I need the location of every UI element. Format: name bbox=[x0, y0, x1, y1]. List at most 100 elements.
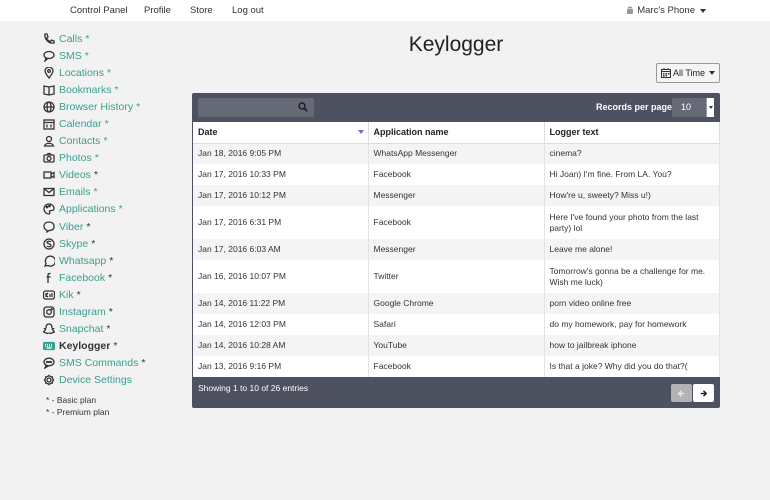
sidebar-item-instagram[interactable]: Instagram * bbox=[42, 304, 182, 321]
plan-marker: * bbox=[108, 271, 113, 284]
table-row[interactable]: Jan 17, 2016 6:31 PM Facebook Here I've fo… bbox=[193, 206, 720, 239]
nav-control-panel[interactable]: Control Panel bbox=[70, 5, 128, 16]
nav-profile[interactable]: Profile bbox=[144, 5, 171, 16]
date-cell: Jan 17, 2016 10:33 PM bbox=[193, 164, 369, 185]
sidebar-item-skype[interactable]: Skype * bbox=[42, 235, 182, 252]
page-title: Keylogger bbox=[408, 33, 504, 56]
keylogger-table: Date Application name Logger text Jan 18… bbox=[193, 122, 720, 377]
table-row[interactable]: Jan 14, 2016 11:22 PM Google Chrome porn v… bbox=[193, 293, 720, 314]
application-cell: WhatsApp Messenger bbox=[368, 143, 545, 164]
logger-text-cell: Here I've found your photo from the last… bbox=[544, 206, 720, 239]
entries-info: Showing 1 to 10 of 26 entries bbox=[198, 383, 309, 393]
logger-text-cell: how to jailbreak iphone bbox=[544, 335, 720, 356]
sidebar-item-snapchat[interactable]: Snapchat * bbox=[42, 321, 182, 338]
plan-legend-item: * - Basic plan bbox=[46, 394, 97, 405]
date-cell: Jan 14, 2016 12:03 PM bbox=[193, 314, 369, 335]
keylogger-table-panel: Records per page: 10 Date Application na… bbox=[192, 93, 720, 408]
next-page-button[interactable] bbox=[693, 384, 714, 402]
sidebar-item-calls[interactable]: Calls * bbox=[42, 30, 182, 47]
search-icon[interactable] bbox=[298, 102, 308, 112]
period-dropdown-button[interactable]: All Time bbox=[656, 63, 720, 83]
logger-text-cell: How're u, sweety? Miss u!) bbox=[544, 185, 720, 206]
sidebar-item-calendar[interactable]: Calendar * bbox=[42, 115, 182, 132]
table-row[interactable]: Jan 17, 2016 10:33 PM Facebook Hi Joan) I'… bbox=[193, 164, 720, 185]
records-per-page-select[interactable]: 10 bbox=[672, 98, 714, 117]
plan-legend: * - Basic plan * - Premium plan bbox=[46, 394, 182, 418]
column-header-date[interactable]: Date bbox=[193, 122, 369, 144]
calendar-icon bbox=[660, 68, 671, 78]
sidebar-item-locations[interactable]: Locations * bbox=[42, 64, 182, 81]
column-header-application[interactable]: Application name bbox=[368, 122, 545, 144]
search-input[interactable] bbox=[198, 98, 298, 117]
previous-page-button[interactable] bbox=[671, 384, 692, 402]
plan-marker: * bbox=[93, 186, 98, 199]
logger-text-cell: Hi Joan) I'm fine. From LA. You? bbox=[544, 164, 720, 185]
sidebar-item-label: Facebook bbox=[59, 271, 106, 284]
period-label: All Time bbox=[672, 68, 705, 78]
sidebar-item-label: Browser History bbox=[59, 100, 134, 113]
camera-icon bbox=[42, 152, 55, 165]
select-arrow-icon bbox=[706, 98, 714, 117]
sidebar-item-sms[interactable]: SMS * bbox=[42, 47, 182, 64]
plan-marker: * bbox=[94, 152, 99, 165]
sidebar-item-viber[interactable]: Viber * bbox=[42, 218, 182, 235]
date-cell: Jan 14, 2016 10:28 AM bbox=[193, 335, 369, 356]
phone-icon bbox=[42, 32, 55, 45]
logger-text-cell: Tomorrow's gonna be a challenge for me. … bbox=[544, 260, 720, 293]
table-row[interactable]: Jan 13, 2016 9:16 PM Facebook Is that a jo… bbox=[193, 356, 720, 377]
sidebar-item-emails[interactable]: Emails * bbox=[42, 184, 182, 201]
sidebar-item-label: SMS Commands bbox=[59, 357, 139, 370]
date-cell: Jan 13, 2016 9:16 PM bbox=[193, 356, 369, 377]
globe-icon bbox=[42, 100, 55, 113]
plan-marker: * bbox=[106, 323, 111, 336]
plan-marker: * bbox=[76, 288, 81, 301]
sidebar-item-kik[interactable]: Kik * bbox=[42, 286, 182, 303]
plan-marker: * bbox=[86, 220, 91, 233]
device-dropdown[interactable]: Marc's Phone bbox=[626, 5, 706, 16]
table-row[interactable]: Jan 14, 2016 10:28 AM YouTube how to jailb… bbox=[193, 335, 720, 356]
keyboard-icon bbox=[42, 340, 55, 353]
sidebar-item-videos[interactable]: Videos * bbox=[42, 167, 182, 184]
sidebar-item-browser-history[interactable]: Browser History * bbox=[42, 98, 182, 115]
gear-icon bbox=[42, 374, 55, 387]
date-cell: Jan 14, 2016 11:22 PM bbox=[193, 293, 369, 314]
sidebar-item-applications[interactable]: Applications * bbox=[42, 201, 182, 218]
sidebar-item-whatsapp[interactable]: Whatsapp * bbox=[42, 252, 182, 269]
table-row[interactable]: Jan 17, 2016 6:03 AM Messenger Leave me al… bbox=[193, 239, 720, 260]
table-row[interactable]: Jan 18, 2016 9:05 PM WhatsApp Messenger ci… bbox=[193, 143, 720, 164]
skype-icon bbox=[42, 237, 55, 250]
book-icon bbox=[42, 83, 55, 96]
table-row[interactable]: Jan 16, 2016 10:07 PM Twitter Tomorrow's g… bbox=[193, 260, 720, 293]
kik-icon bbox=[42, 288, 55, 301]
plan-marker: * bbox=[108, 306, 113, 319]
sidebar-item-label: Snapchat bbox=[59, 323, 104, 336]
plan-marker: * bbox=[103, 135, 108, 148]
nav-store[interactable]: Store bbox=[190, 5, 213, 16]
plan-marker: * bbox=[141, 357, 146, 370]
whatsapp-icon bbox=[42, 254, 55, 267]
plan-marker: * bbox=[91, 237, 96, 250]
sidebar-item-sms-commands[interactable]: SMS Commands * bbox=[42, 355, 182, 372]
table-row[interactable]: Jan 14, 2016 12:03 PM Safari do my homewor… bbox=[193, 314, 720, 335]
video-icon bbox=[42, 169, 55, 182]
instagram-icon bbox=[42, 306, 55, 319]
map-pin-icon bbox=[42, 66, 55, 79]
plan-marker: * bbox=[118, 203, 123, 216]
sidebar-item-keylogger[interactable]: Keylogger * bbox=[42, 338, 182, 355]
sidebar-item-photos[interactable]: Photos * bbox=[42, 150, 182, 167]
table-row[interactable]: Jan 17, 2016 10:12 PM Messenger How're u, … bbox=[193, 185, 720, 206]
top-navbar: Control Panel Profile Store Log out Marc… bbox=[0, 0, 770, 21]
sidebar-item-device-settings[interactable]: Device Settings bbox=[42, 372, 182, 389]
nav-log-out[interactable]: Log out bbox=[232, 5, 264, 16]
date-cell: Jan 16, 2016 10:07 PM bbox=[193, 260, 369, 293]
date-cell: Jan 18, 2016 9:05 PM bbox=[193, 143, 369, 164]
envelope-icon bbox=[42, 186, 55, 199]
sidebar-item-label: Viber bbox=[59, 220, 84, 233]
facebook-icon bbox=[42, 271, 55, 284]
sidebar-item-bookmarks[interactable]: Bookmarks * bbox=[42, 81, 182, 98]
android-icon bbox=[627, 6, 634, 14]
sidebar-item-facebook[interactable]: Facebook * bbox=[42, 269, 182, 286]
sidebar-item-contacts[interactable]: Contacts * bbox=[42, 133, 182, 150]
column-header-logger-text[interactable]: Logger text bbox=[544, 122, 720, 144]
palette-icon bbox=[42, 203, 55, 216]
